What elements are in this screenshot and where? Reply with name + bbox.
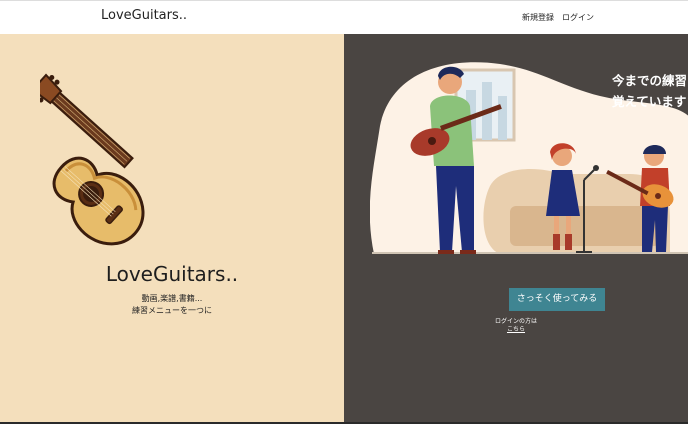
hero-subtitle-line2: 練習メニューを一つに bbox=[132, 306, 212, 315]
hero-headline: 今までの練習 覚えています bbox=[612, 70, 687, 112]
login-note-text: ログインの方は bbox=[494, 318, 537, 325]
hero-headline-line2: 覚えています bbox=[612, 94, 687, 109]
hero-right-panel: 今までの練習 覚えています さっそく使ってみる ログインの方は こちら bbox=[344, 34, 688, 422]
hero-left-panel: LoveGuitars.. 動画,楽譜,書籍... 練習メニューを一つに bbox=[0, 34, 344, 422]
nav-links: 新規登録 ログイン bbox=[522, 12, 594, 23]
start-using-button[interactable]: さっそく使ってみる bbox=[509, 288, 605, 311]
register-link[interactable]: 新規登録 bbox=[522, 12, 554, 23]
login-link[interactable]: ログイン bbox=[562, 12, 594, 23]
login-here-link[interactable]: こちら bbox=[344, 326, 688, 334]
hero-subtitle-line1: 動画,楽譜,書籍... bbox=[141, 294, 203, 303]
brand-logo-link[interactable]: LoveGuitars.. bbox=[101, 8, 187, 23]
acoustic-guitar-icon bbox=[40, 73, 145, 246]
hero-headline-line1: 今までの練習 bbox=[612, 73, 688, 88]
top-navbar: LoveGuitars.. 新規登録 ログイン bbox=[0, 0, 688, 34]
login-note: ログインの方は こちら bbox=[344, 318, 688, 334]
hero-title: LoveGuitars.. bbox=[105, 262, 239, 286]
